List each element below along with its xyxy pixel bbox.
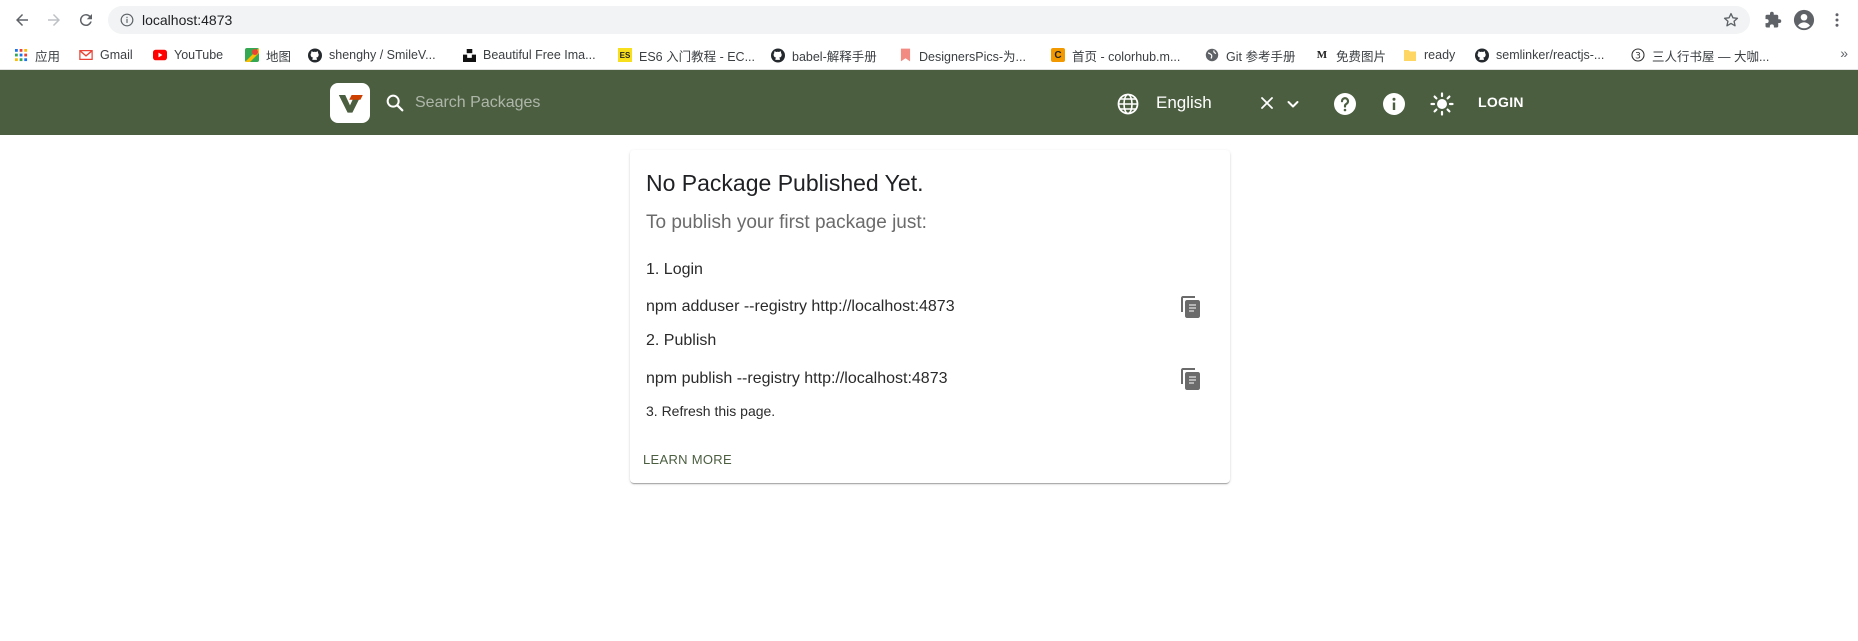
- puzzle-icon: [1765, 11, 1782, 28]
- bookmark-label: 地图: [266, 49, 292, 64]
- search-packages-input[interactable]: [415, 88, 835, 118]
- m-icon: M: [1316, 49, 1328, 61]
- step-publish-label: 2. Publish: [646, 332, 717, 349]
- browser-toolbar: localhost:4873: [0, 0, 1858, 40]
- folder-icon: [1403, 48, 1417, 62]
- bookmark-babel[interactable]: babel-解释手册: [771, 45, 877, 65]
- theme-sun-icon[interactable]: [1430, 92, 1454, 116]
- bookmark-youtube[interactable]: YouTube: [153, 45, 223, 65]
- github-icon: [308, 48, 322, 62]
- app-header: English LOGIN: [0, 70, 1858, 135]
- copy-publish-icon[interactable]: [1179, 367, 1203, 391]
- adduser-command: npm adduser --registry http://localhost:…: [646, 298, 955, 315]
- learn-more-button[interactable]: LEARN MORE: [643, 452, 732, 467]
- publish-command: npm publish --registry http://localhost:…: [646, 370, 948, 387]
- info-icon[interactable]: [1382, 92, 1406, 116]
- bookmark-label: 首页 - colorhub.m...: [1072, 49, 1181, 64]
- back-button[interactable]: [8, 8, 36, 32]
- bookmarks-bar: 应用 Gmail YouTube 地图 shenghy / SmileV... …: [0, 40, 1858, 70]
- unsplash-icon: [462, 48, 476, 62]
- forward-button[interactable]: [40, 8, 68, 32]
- bookmark-label: DesignersPics-为...: [919, 49, 1026, 64]
- reload-button[interactable]: [72, 8, 100, 32]
- chevron-down-icon[interactable]: [1284, 95, 1302, 113]
- bookmark-github-smilev[interactable]: shenghy / SmileV...: [308, 45, 436, 65]
- bookmark-label: YouTube: [174, 48, 224, 62]
- bookmark-ready-folder[interactable]: ready: [1403, 45, 1455, 65]
- apps-grid-icon: [14, 48, 28, 62]
- bookmark-git[interactable]: Git 参考手册: [1205, 45, 1295, 65]
- step-refresh-label: 3. Refresh this page.: [646, 403, 776, 419]
- bookmark-label: shenghy / SmileV...: [329, 48, 436, 62]
- github-icon: [1475, 48, 1489, 62]
- bookmark-label: 三人行书屋 — 大咖...: [1652, 49, 1770, 64]
- bookmark-label: Git 参考手册: [1226, 49, 1296, 64]
- bookmark-label: 应用: [35, 49, 61, 64]
- bookmark-icon: [898, 48, 912, 62]
- address-bar[interactable]: localhost:4873: [108, 6, 1750, 34]
- bookmark-semlinker[interactable]: semlinker/reactjs-...: [1475, 45, 1604, 65]
- bookmark-label: babel-解释手册: [792, 49, 877, 64]
- help-icon[interactable]: [1333, 92, 1357, 116]
- step-login-label: 1. Login: [646, 261, 703, 278]
- bookmark-maps[interactable]: 地图: [245, 45, 291, 65]
- verdaccio-logo[interactable]: [330, 83, 370, 123]
- verdaccio-logo-icon: [338, 95, 363, 113]
- bookmark-label: ready: [1424, 48, 1456, 62]
- maps-icon: [245, 48, 259, 62]
- url-text[interactable]: localhost:4873: [142, 12, 232, 28]
- language-globe-icon: [1117, 93, 1139, 115]
- bookmark-label: ES6 入门教程 - EC...: [639, 49, 755, 64]
- es-icon: ES: [618, 48, 632, 62]
- arrow-left-icon: [16, 14, 28, 26]
- gmail-icon: [79, 48, 93, 62]
- star-icon[interactable]: [1722, 11, 1740, 29]
- bookmark-label: 免费图片: [1336, 49, 1387, 64]
- bookmark-label: Gmail: [100, 48, 133, 62]
- card-title: No Package Published Yet.: [646, 170, 924, 196]
- globe-icon: [1205, 48, 1219, 62]
- bookmark-sanrenxing[interactable]: 3 三人行书屋 — 大咖...: [1631, 45, 1769, 65]
- extensions-button[interactable]: [1762, 9, 1784, 31]
- youtube-icon: [153, 48, 167, 62]
- svg-text:3: 3: [1635, 51, 1641, 61]
- bookmark-gmail[interactable]: Gmail: [79, 45, 133, 65]
- bookmark-label: Beautiful Free Ima...: [483, 48, 596, 62]
- info-circle-icon[interactable]: [120, 13, 134, 27]
- bookmark-apps[interactable]: 应用: [14, 45, 60, 65]
- reload-icon: [79, 14, 92, 27]
- profile-button[interactable]: [1793, 9, 1815, 31]
- account-circle-icon: [1793, 9, 1815, 31]
- arrow-right-icon: [48, 14, 60, 26]
- circle-3-icon: 3: [1631, 48, 1645, 62]
- bookmark-label: semlinker/reactjs-...: [1496, 48, 1605, 62]
- bookmark-colorhub[interactable]: C 首页 - colorhub.m...: [1051, 45, 1180, 65]
- bookmark-es6[interactable]: ES ES6 入门教程 - EC...: [618, 45, 755, 65]
- browser-menu-button[interactable]: [1826, 9, 1848, 31]
- language-select[interactable]: English: [1156, 93, 1212, 113]
- github-icon: [771, 48, 785, 62]
- more-vert-icon: [1835, 13, 1839, 27]
- card-subtitle: To publish your first package just:: [646, 212, 927, 233]
- bookmark-designerspics[interactable]: DesignersPics-为...: [898, 45, 1026, 65]
- bookmark-unsplash[interactable]: Beautiful Free Ima...: [462, 45, 596, 65]
- search-icon: [386, 94, 404, 112]
- no-packages-card: No Package Published Yet. To publish you…: [630, 150, 1230, 483]
- bookmark-free-images[interactable]: M 免费图片: [1315, 45, 1386, 65]
- copy-adduser-icon[interactable]: [1179, 295, 1203, 319]
- colorhub-icon: C: [1051, 48, 1065, 62]
- clear-language-icon[interactable]: [1259, 95, 1275, 111]
- bookmarks-overflow-button[interactable]: »: [1840, 45, 1848, 61]
- login-button[interactable]: LOGIN: [1478, 94, 1524, 110]
